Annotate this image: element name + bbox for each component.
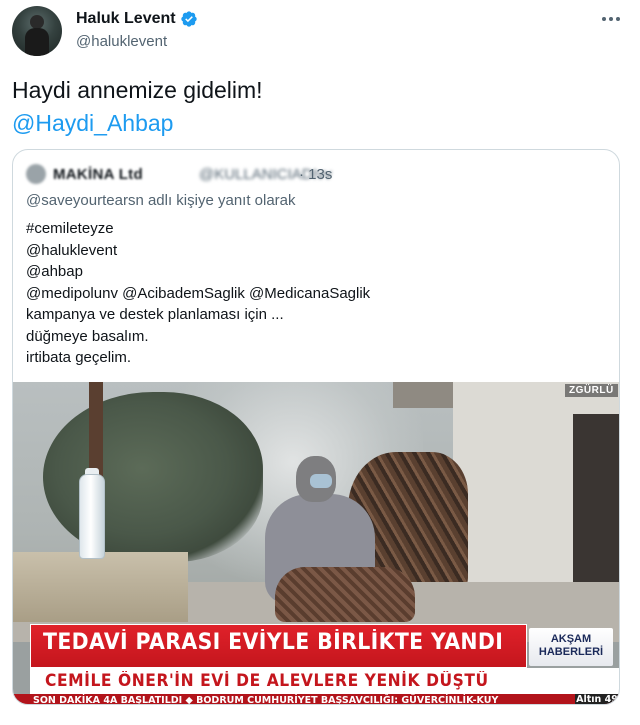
program-chip-line1: AKŞAM bbox=[550, 633, 592, 645]
tweet-mention-link[interactable]: @Haydi_Ahbap bbox=[12, 110, 173, 137]
news-ticker-text: SON DAKİKA 4A BAŞLATILDI ◆ BODRUM CUMHUR… bbox=[33, 695, 499, 705]
author-avatar[interactable] bbox=[12, 6, 62, 56]
scene-tree bbox=[43, 392, 263, 562]
author-handle[interactable]: @haluklevent bbox=[76, 33, 167, 50]
quoted-timestamp[interactable]: · 13s bbox=[299, 166, 332, 183]
quoted-line: kampanya ve destek planlaması için ... bbox=[26, 306, 284, 323]
reply-context: @saveyourtearsn adlı kişiye yanıt olarak bbox=[26, 192, 296, 209]
news-subheadline: CEMİLE ÖNER'İN EVİ DE ALEVLERE YENİK DÜŞ… bbox=[45, 671, 489, 690]
tweet-text: Haydi annemize gidelim! bbox=[12, 77, 263, 103]
scene-woman-legs bbox=[275, 567, 415, 622]
quoted-line: @medipolunv @AcibademSaglik @MedicanaSag… bbox=[26, 284, 371, 302]
news-headline: TEDAVİ PARASI EVİYLE BİRLİKTE YANDI bbox=[43, 630, 504, 655]
avatar-figure-head bbox=[30, 15, 44, 29]
quoted-media-video[interactable]: ZGÜRLÜ TEDAVİ PARASI EVİYLE BİRLİKTE YAN… bbox=[13, 382, 619, 705]
channel-logo: ZGÜRLÜ bbox=[565, 384, 618, 397]
quoted-line: @haluklevent bbox=[26, 241, 118, 259]
author-name-row: Haluk Levent bbox=[76, 10, 198, 28]
more-options-icon[interactable] bbox=[600, 10, 622, 28]
quoted-line: @ahbap bbox=[26, 263, 83, 280]
tweet: Haluk Levent @haluklevent Haydi annemize… bbox=[0, 0, 640, 725]
quoted-author-name: MAKİNA Ltd bbox=[53, 166, 143, 183]
quoted-time-value: 13s bbox=[308, 166, 333, 183]
quoted-tweet[interactable]: MAKİNA Ltd @KULLANICIADIvv · 13s @saveyo… bbox=[12, 149, 620, 705]
quoted-tweet-body: #cemileteyze @haluklevent @ahbap @medipo… bbox=[26, 218, 370, 369]
scene-water-bottle bbox=[79, 474, 105, 559]
program-chip-line2: HABERLERİ bbox=[538, 646, 604, 658]
more-dot bbox=[609, 17, 613, 21]
ticker-badge: Altın 49 bbox=[575, 694, 619, 705]
avatar-figure-body bbox=[25, 28, 49, 56]
author-display-name[interactable]: Haluk Levent bbox=[76, 10, 176, 28]
scene-ledge bbox=[13, 552, 188, 622]
scene-woman-mask bbox=[310, 474, 332, 488]
more-dot bbox=[602, 17, 606, 21]
time-separator: · bbox=[299, 166, 304, 183]
quoted-line: irtibata geçelim. bbox=[26, 349, 132, 366]
quoted-line: #cemileteyze bbox=[26, 220, 114, 237]
program-chip: AKŞAM HABERLERİ bbox=[529, 628, 613, 666]
verified-badge-icon bbox=[180, 11, 197, 27]
quoted-line: düğmeye basalım. bbox=[26, 327, 149, 345]
more-dot bbox=[616, 17, 620, 21]
quoted-author-avatar bbox=[26, 164, 46, 184]
